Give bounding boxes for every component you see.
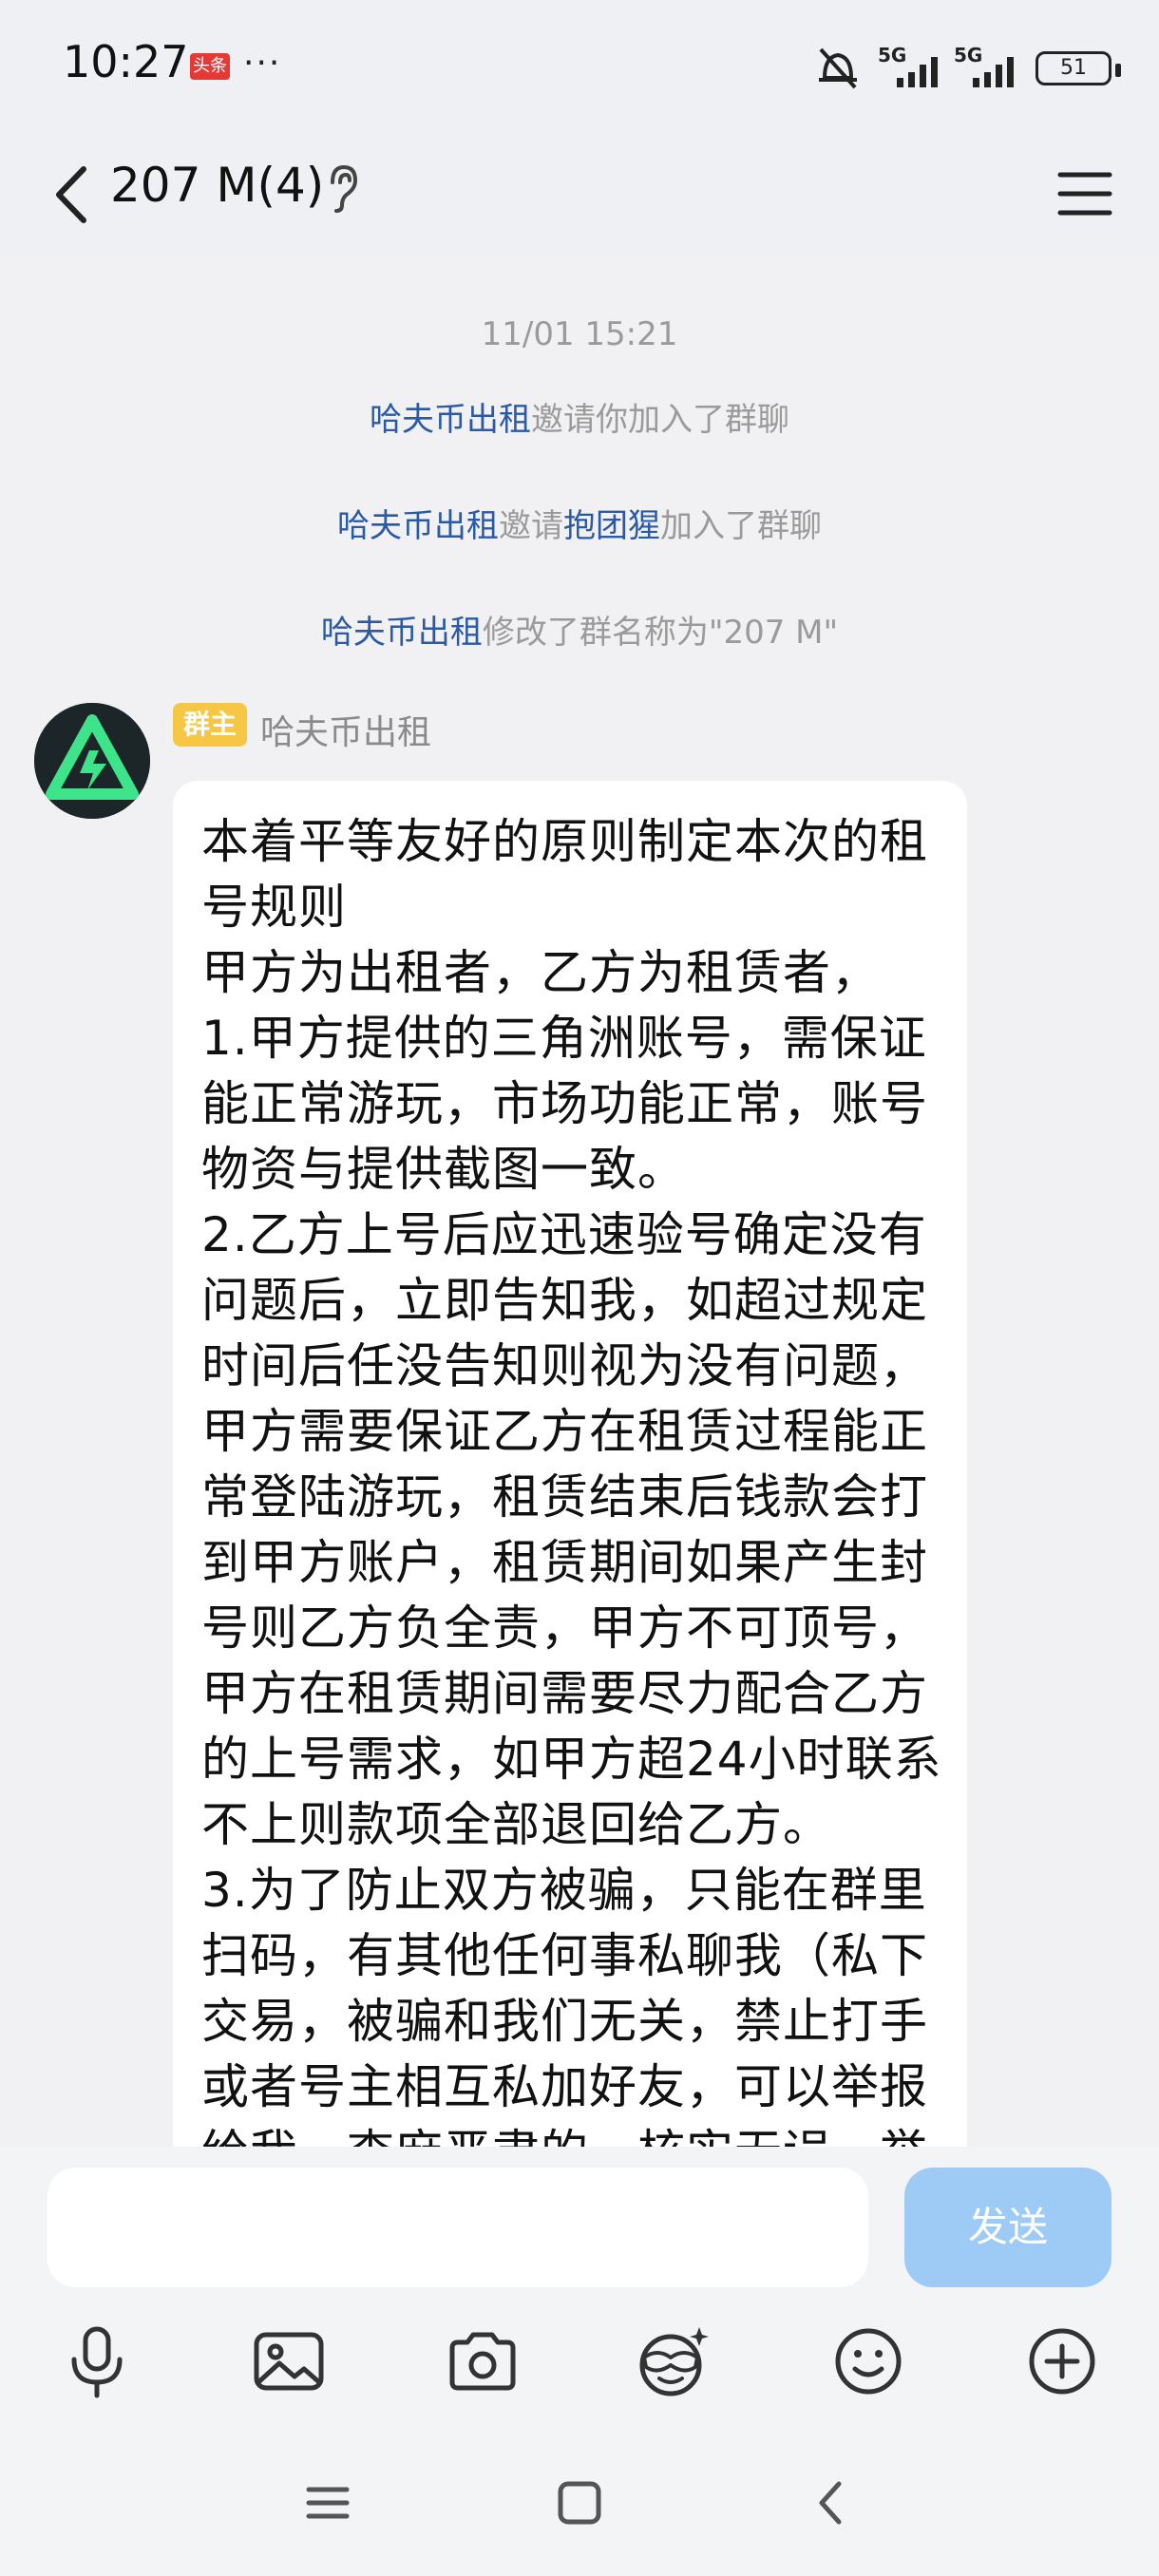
- system-message-text: 修改了群名称为"207 M": [482, 614, 839, 652]
- signal-2-icon: [973, 57, 1014, 87]
- battery-level: 51: [1060, 56, 1087, 80]
- sender-name[interactable]: 哈夫币出租: [260, 705, 431, 754]
- back-button[interactable]: [38, 154, 114, 236]
- system-message-text: 邀请你加入了群聊: [531, 401, 789, 439]
- avatar[interactable]: [34, 703, 150, 819]
- group-owner-badge: 群主: [173, 703, 247, 747]
- input-area: 发送: [0, 2147, 1159, 2432]
- back-icon: [819, 2481, 842, 2525]
- image-button[interactable]: [243, 2316, 334, 2407]
- send-button[interactable]: 发送: [904, 2168, 1112, 2287]
- system-message: 哈夫币出租修改了群名称为"207 M": [0, 606, 1159, 653]
- home-icon: [558, 2481, 601, 2525]
- system-message: 哈夫币出租邀请你加入了群聊: [0, 393, 1159, 440]
- voice-button[interactable]: [51, 2316, 142, 2407]
- news-app-badge: 头条: [190, 53, 230, 80]
- emoji-icon: [835, 2328, 902, 2395]
- status-bar: 10:27 头条 ··· 5G 5G 51: [0, 0, 1159, 133]
- chat-messages[interactable]: 11/01 15:21 哈夫币出租邀请你加入了群聊 哈夫币出租邀请抱团猩加入了群…: [0, 256, 1159, 2147]
- system-message-text: 加入了群聊: [660, 507, 822, 545]
- system-message-mid: 邀请: [499, 507, 563, 545]
- plus-icon: [1029, 2328, 1095, 2395]
- chat-title[interactable]: 207 M(4): [110, 158, 324, 213]
- more-notifications-icon: ···: [243, 44, 282, 83]
- group-menu-button[interactable]: [1049, 158, 1121, 230]
- message-input[interactable]: [48, 2168, 868, 2287]
- system-message-actor[interactable]: 哈夫币出租: [337, 507, 499, 545]
- message-bubble[interactable]: 本着平等友好的原则制定本次的租号规则 甲方为出租者，乙方为租赁者， 1.甲方提供…: [173, 781, 967, 2147]
- system-message-actor[interactable]: 哈夫币出租: [321, 614, 483, 652]
- system-navigation-bar: [0, 2432, 1159, 2576]
- home-button[interactable]: [537, 2460, 622, 2546]
- back-nav-button[interactable]: [788, 2460, 874, 2546]
- system-message: 哈夫币出租邀请抱团猩加入了群聊: [0, 500, 1159, 546]
- status-time: 10:27: [63, 36, 189, 87]
- battery-tip: [1115, 64, 1121, 77]
- back-arrow-icon: [56, 166, 86, 223]
- camera-icon: [449, 2332, 516, 2391]
- message-timestamp: 11/01 15:21: [481, 315, 678, 353]
- camera-button[interactable]: [437, 2316, 528, 2407]
- system-message-actor[interactable]: 哈夫币出租: [370, 401, 531, 439]
- ear-icon[interactable]: [323, 161, 361, 215]
- avatar-logo-icon: [34, 703, 150, 819]
- microphone-icon: [71, 2326, 123, 2398]
- battery-icon: 51: [1036, 51, 1112, 85]
- message-text: 本着平等友好的原则制定本次的租号规则 甲方为出租者，乙方为租赁者， 1.甲方提供…: [201, 814, 942, 2147]
- signal-1-icon: [897, 57, 938, 87]
- system-message-target[interactable]: 抱团猩: [563, 507, 660, 545]
- chat-header: 207 M(4): [0, 133, 1159, 256]
- face-effect-button[interactable]: [627, 2316, 718, 2407]
- recent-apps-button[interactable]: [285, 2460, 370, 2546]
- menu-icon: [306, 2487, 350, 2519]
- more-functions-button[interactable]: [1016, 2316, 1108, 2407]
- emoji-button[interactable]: [823, 2316, 914, 2407]
- image-icon: [254, 2332, 324, 2391]
- mute-icon: [819, 47, 857, 89]
- face-effect-icon: [639, 2327, 709, 2396]
- menu-icon: [1057, 172, 1112, 216]
